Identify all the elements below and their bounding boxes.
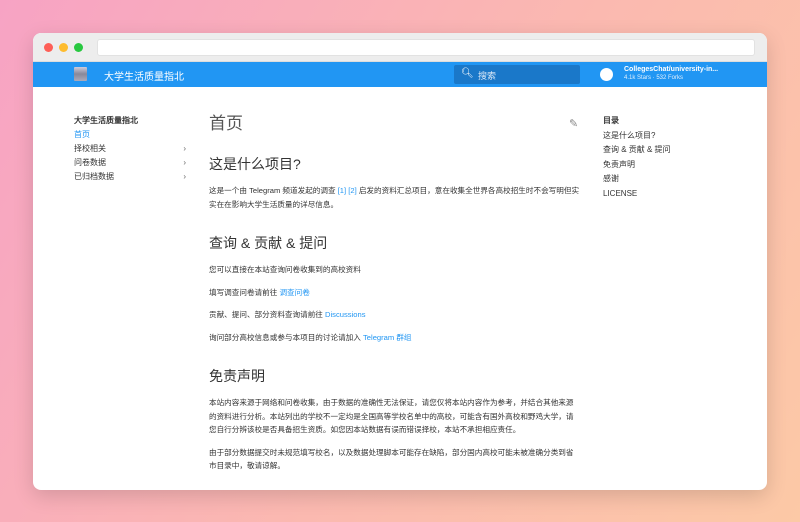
toc-item[interactable]: 免责声明 — [603, 158, 671, 173]
table-of-contents: 目录 这是什么项目? 查询 & 贡献 & 提问 免责声明 感谢 LICENSE — [603, 114, 671, 201]
main-content: 首页 这是什么项目? 这是一个由 Telegram 频道发起的调查 [1] [2… — [209, 109, 581, 482]
browser-window: 大学生活质量指北 🔍︎ 搜索 CollegesChat/university-i… — [33, 33, 767, 490]
text: 填写调查问卷请前往 — [209, 287, 280, 297]
chevron-right-icon: › — [183, 144, 186, 153]
nav-item-home[interactable]: 首页 — [74, 128, 186, 142]
paragraph: 本站内容来源于网络和问卷收集，由于数据的准确性无法保证，请您仅将本站内容作为参考… — [209, 398, 574, 434]
maximize-window-button[interactable] — [74, 43, 83, 52]
nav-item-school-selection[interactable]: 择校相关 › — [74, 142, 186, 156]
toc-title: 目录 — [603, 116, 619, 125]
chevron-right-icon: › — [183, 158, 186, 167]
minimize-window-button[interactable] — [59, 43, 68, 52]
paragraph: 填写调查问卷请前往 调查问卷 — [209, 286, 581, 300]
nav-item-label: 问卷数据 — [74, 158, 106, 167]
paragraph: 贡献、提问、部分资料查询请前往 Discussions — [209, 308, 581, 322]
search-input[interactable]: 🔍︎ 搜索 — [454, 65, 580, 84]
site-logo[interactable] — [74, 67, 87, 81]
nav-item-label: 择校相关 — [74, 144, 106, 153]
toc-item[interactable]: LICENSE — [603, 187, 671, 202]
survey-link[interactable]: 调查问卷 — [279, 288, 309, 297]
paragraph: 询问部分高校信息或参与本项目的讨论请加入 Telegram 群组 — [209, 331, 581, 345]
section-heading-disclaimer: 免责声明 — [209, 368, 265, 384]
paragraph: 由于部分数据提交时未规范填写校名，以及数据处理脚本可能存在缺陷，部分国内高校可能… — [209, 447, 574, 471]
github-icon — [600, 68, 613, 81]
text: 贡献、提问、部分资料查询请前往 — [209, 310, 326, 319]
nav-item-label: 首页 — [74, 130, 90, 139]
ref-link-2[interactable]: [2] — [348, 186, 356, 195]
chevron-right-icon: › — [183, 172, 186, 181]
address-bar[interactable] — [97, 39, 755, 56]
repo-name: CollegesChat/university-in... — [624, 66, 719, 73]
paragraph: 这是一个由 Telegram 频道发起的调查 [1] [2] 启发的资料汇总项目… — [209, 184, 581, 211]
sidebar-nav: 大学生活质量指北 首页 择校相关 › 问卷数据 › 已归档数据 › — [74, 114, 186, 184]
site-header: 大学生活质量指北 🔍︎ 搜索 CollegesChat/university-i… — [33, 62, 767, 87]
toc-item[interactable]: 查询 & 贡献 & 提问 — [603, 143, 671, 158]
search-icon: 🔍︎ — [461, 68, 474, 79]
site-title[interactable]: 大学生活质量指北 — [104, 68, 184, 83]
page-title: 首页 — [209, 114, 243, 133]
section-heading-what: 这是什么项目? — [209, 156, 301, 172]
nav-item-archived-data[interactable]: 已归档数据 › — [74, 170, 186, 184]
repo-stats: 4.1k Stars · 532 Forks — [624, 75, 684, 81]
nav-title: 大学生活质量指北 — [74, 116, 138, 125]
nav-item-label: 已归档数据 — [74, 172, 114, 181]
ref-link-1[interactable]: [1] — [338, 186, 346, 195]
toc-item[interactable]: 这是什么项目? — [603, 129, 671, 144]
paragraph: 您可以直接在本站查询问卷收集到的高校资料 — [209, 265, 361, 274]
browser-chrome — [33, 33, 767, 62]
text: 询问部分高校信息或参与本项目的讨论请加入 — [209, 332, 363, 342]
text: 这是一个由 Telegram 频道发起的调查 — [209, 186, 338, 195]
section-heading-query: 查询 & 贡献 & 提问 — [209, 235, 328, 251]
telegram-group-link[interactable]: Telegram 群组 — [363, 333, 412, 342]
toc-item[interactable]: 感谢 — [603, 172, 671, 187]
search-placeholder: 搜索 — [478, 71, 497, 81]
edit-icon[interactable]: ✎ — [569, 117, 578, 130]
close-window-button[interactable] — [44, 43, 53, 52]
nav-item-survey-data[interactable]: 问卷数据 › — [74, 156, 186, 170]
discussions-link[interactable]: Discussions — [325, 310, 366, 319]
